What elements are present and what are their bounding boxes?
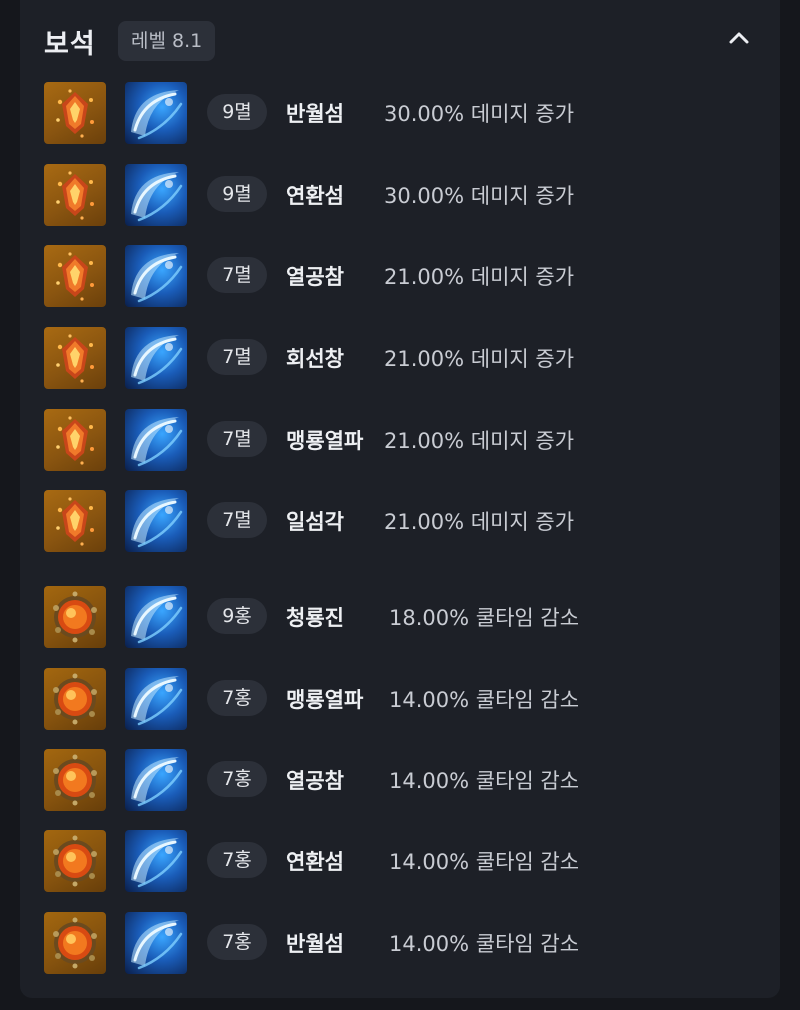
gem-effect: 14.00% 쿨타임 감소 — [389, 688, 580, 712]
gem-row[interactable]: 7홍 반월섬 14.00% 쿨타임 감소 — [20, 912, 780, 974]
gem-tier-badge: 7멸 — [207, 421, 267, 457]
skill-icon[interactable] — [125, 164, 187, 226]
gem-tier-badge: 7홍 — [207, 842, 267, 878]
crimson-flame-gem-icon[interactable] — [44, 668, 106, 730]
gem-tier-badge: 7멸 — [207, 339, 267, 375]
skill-icon[interactable] — [125, 490, 187, 552]
skill-name: 열공참 — [286, 265, 344, 289]
annihilation-gem-icon[interactable] — [44, 245, 106, 307]
skill-icon[interactable] — [125, 409, 187, 471]
skill-icon[interactable] — [125, 749, 187, 811]
gem-effect: 14.00% 쿨타임 감소 — [389, 769, 580, 793]
gem-tier-badge: 7홍 — [207, 924, 267, 960]
panel-title: 보석 — [44, 29, 96, 60]
crimson-flame-gem-icon[interactable] — [44, 749, 106, 811]
gem-effect: 14.00% 쿨타임 감소 — [389, 932, 580, 956]
skill-icon[interactable] — [125, 912, 187, 974]
gem-row[interactable]: 7멸 회선창 21.00% 데미지 증가 — [20, 327, 780, 389]
skill-icon[interactable] — [125, 327, 187, 389]
skill-icon[interactable] — [125, 586, 187, 648]
skill-name: 연환섬 — [286, 850, 344, 874]
gem-tier-badge: 9멸 — [207, 176, 267, 212]
gem-effect: 14.00% 쿨타임 감소 — [389, 850, 580, 874]
crimson-flame-gem-icon[interactable] — [44, 586, 106, 648]
gem-row[interactable]: 9멸 반월섬 30.00% 데미지 증가 — [20, 82, 780, 144]
skill-icon[interactable] — [125, 245, 187, 307]
gem-effect: 21.00% 데미지 증가 — [384, 510, 575, 534]
annihilation-gem-icon[interactable] — [44, 82, 106, 144]
gem-row[interactable]: 7홍 열공참 14.00% 쿨타임 감소 — [20, 749, 780, 811]
gem-effect: 21.00% 데미지 증가 — [384, 347, 575, 371]
gem-tier-badge: 7멸 — [207, 257, 267, 293]
crimson-flame-gem-icon[interactable] — [44, 830, 106, 892]
gem-tier-badge: 9홍 — [207, 598, 267, 634]
skill-name: 연환섬 — [286, 184, 344, 208]
skill-icon[interactable] — [125, 668, 187, 730]
skill-name: 반월섬 — [286, 932, 344, 956]
crimson-flame-gem-icon[interactable] — [44, 912, 106, 974]
skill-icon[interactable] — [125, 82, 187, 144]
skill-icon[interactable] — [125, 830, 187, 892]
gem-effect: 30.00% 데미지 증가 — [384, 184, 575, 208]
gem-effect: 30.00% 데미지 증가 — [384, 102, 575, 126]
annihilation-gem-icon[interactable] — [44, 164, 106, 226]
gem-tier-badge: 7멸 — [207, 502, 267, 538]
gem-row[interactable]: 9멸 연환섬 30.00% 데미지 증가 — [20, 164, 780, 226]
skill-name: 회선창 — [286, 347, 344, 371]
gem-row[interactable]: 7멸 일섬각 21.00% 데미지 증가 — [20, 490, 780, 552]
skill-name: 맹룡열파 — [286, 429, 364, 453]
skill-name: 일섬각 — [286, 510, 344, 534]
collapse-button[interactable] — [718, 22, 760, 58]
gem-tier-badge: 7홍 — [207, 761, 267, 797]
annihilation-gem-icon[interactable] — [44, 490, 106, 552]
annihilation-gem-icon[interactable] — [44, 327, 106, 389]
skill-name: 맹룡열파 — [286, 688, 364, 712]
annihilation-gem-icon[interactable] — [44, 409, 106, 471]
gem-effect: 21.00% 데미지 증가 — [384, 265, 575, 289]
gem-tier-badge: 9멸 — [207, 94, 267, 130]
skill-name: 열공참 — [286, 769, 344, 793]
gem-panel-header: 보석 레벨 8.1 — [20, 0, 780, 82]
gem-row[interactable]: 9홍 청룡진 18.00% 쿨타임 감소 — [20, 586, 780, 648]
gem-effect: 18.00% 쿨타임 감소 — [389, 606, 580, 630]
skill-name: 청룡진 — [286, 606, 344, 630]
gem-row[interactable]: 7홍 맹룡열파 14.00% 쿨타임 감소 — [20, 668, 780, 730]
gem-effect: 21.00% 데미지 증가 — [384, 429, 575, 453]
skill-name: 반월섬 — [286, 102, 344, 126]
gem-row[interactable]: 7홍 연환섬 14.00% 쿨타임 감소 — [20, 830, 780, 892]
gem-tier-badge: 7홍 — [207, 680, 267, 716]
gem-row[interactable]: 7멸 맹룡열파 21.00% 데미지 증가 — [20, 409, 780, 471]
gem-level-badge: 레벨 8.1 — [118, 21, 216, 61]
chevron-up-icon — [729, 32, 749, 44]
gem-panel: 보석 레벨 8.1 9멸 반월섬 30.00% 데미지 증가 9멸 연환섬 30.00%… — [20, 0, 780, 998]
gem-row[interactable]: 7멸 열공참 21.00% 데미지 증가 — [20, 245, 780, 307]
